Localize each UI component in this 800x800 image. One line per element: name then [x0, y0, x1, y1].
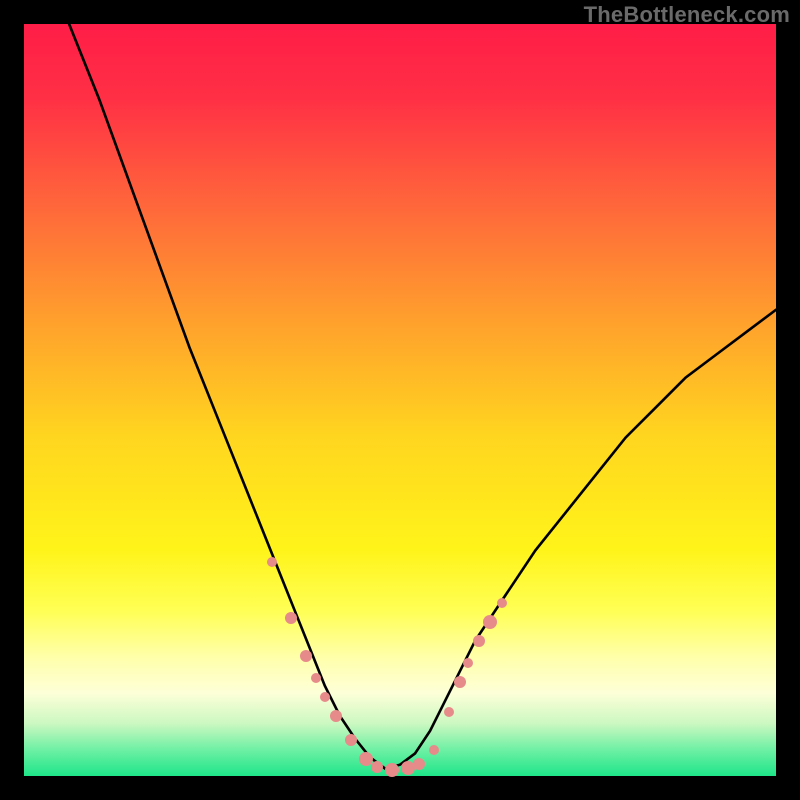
- highlight-dot: [454, 676, 466, 688]
- highlight-dot: [320, 692, 330, 702]
- curve-left-branch: [69, 24, 385, 768]
- highlight-dot: [330, 710, 342, 722]
- highlight-dot: [300, 650, 312, 662]
- highlight-dot: [267, 557, 277, 567]
- highlight-dot: [413, 758, 425, 770]
- highlight-dot: [371, 761, 383, 773]
- highlight-dot: [497, 598, 507, 608]
- bottleneck-curve: [24, 24, 776, 776]
- highlight-dot: [483, 615, 497, 629]
- highlight-dot: [463, 658, 473, 668]
- curve-right-branch: [385, 310, 776, 769]
- highlight-dot: [345, 734, 357, 746]
- highlight-dot: [444, 707, 454, 717]
- highlight-dot: [311, 673, 321, 683]
- highlight-dot: [473, 635, 485, 647]
- outer-frame: TheBottleneck.com: [0, 0, 800, 800]
- watermark-text: TheBottleneck.com: [584, 2, 790, 28]
- highlight-dot: [429, 745, 439, 755]
- plot-area: [24, 24, 776, 776]
- highlight-dot: [385, 763, 399, 777]
- highlight-dot: [285, 612, 297, 624]
